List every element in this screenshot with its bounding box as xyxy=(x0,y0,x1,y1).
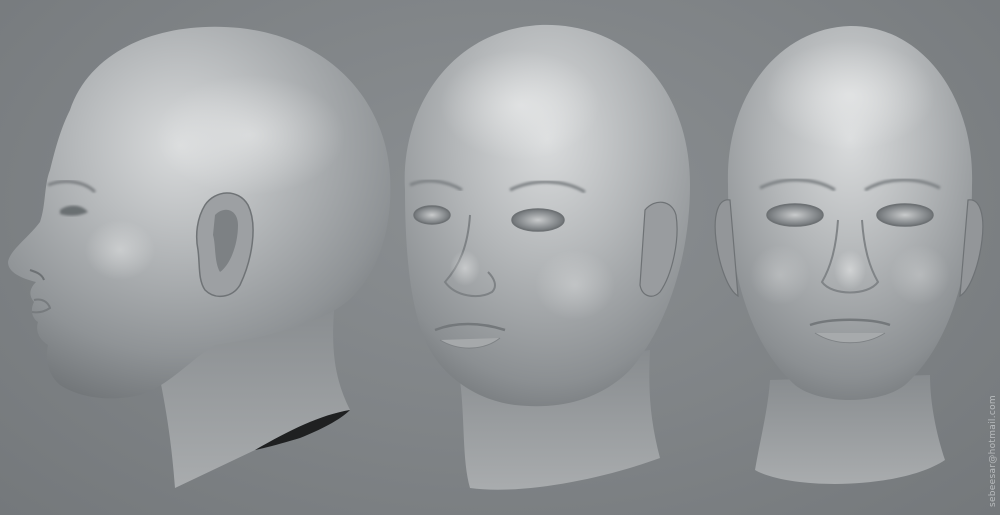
side-profile-head xyxy=(8,26,391,488)
front-right-cheek-highlight xyxy=(890,245,950,305)
front-left-cheek-highlight xyxy=(750,245,810,305)
front-right-eye xyxy=(876,203,934,227)
tq-cheek-highlight xyxy=(535,250,615,320)
tq-forehead-highlight xyxy=(440,50,600,160)
front-forehead-highlight xyxy=(765,40,935,150)
tq-left-eye xyxy=(413,205,451,225)
side-cheek-highlight xyxy=(85,220,155,280)
render-canvas: sebeesar@hotmail.com xyxy=(0,0,1000,515)
front-head xyxy=(714,25,984,484)
head-renders xyxy=(8,24,984,490)
front-nose-highlight xyxy=(834,250,866,290)
tq-right-eye xyxy=(511,208,565,232)
front-left-eye xyxy=(766,203,824,227)
side-skull-highlight xyxy=(155,75,345,195)
tq-nose-highlight xyxy=(450,250,480,286)
three-quarter-head xyxy=(404,24,690,490)
artist-signature: sebeesar@hotmail.com xyxy=(988,394,998,507)
